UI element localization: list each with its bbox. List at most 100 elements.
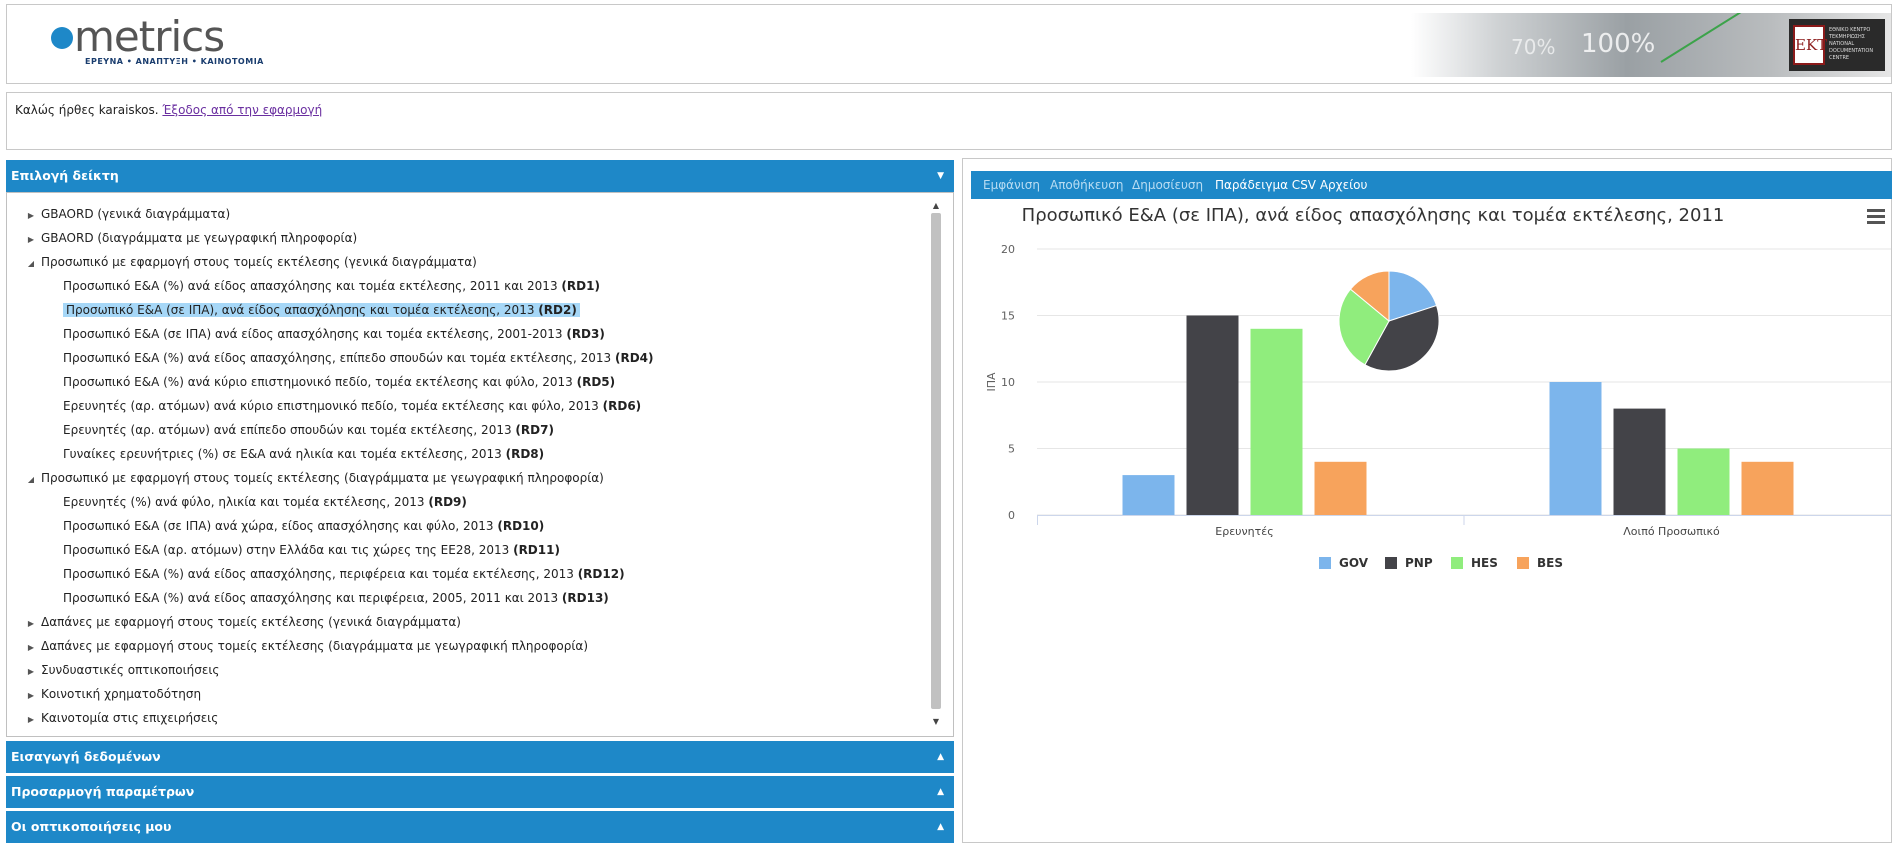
tree-leaf-code: (RD8) bbox=[505, 447, 545, 461]
y-tick-label: 5 bbox=[1008, 443, 1015, 456]
tree-leaf-code: (RD6) bbox=[602, 399, 642, 413]
tree-leaf-rd1[interactable]: Προσωπικό Ε&Α (%) ανά είδος απασχόλησης … bbox=[21, 274, 931, 298]
indicator-selection-title: Επιλογή δείκτη bbox=[11, 168, 119, 183]
tree-leaf-rd7[interactable]: Ερευνητές (αρ. ατόμων) ανά επίπεδο σπουδ… bbox=[21, 418, 931, 442]
tree-node[interactable]: ◢ Προσωπικό με εφαρμογή στους τομείς εκτέ… bbox=[21, 250, 931, 274]
tree-leaf-rd10[interactable]: Προσωπικό Ε&Α (σε ΙΠΑ) ανά χώρα, είδος α… bbox=[21, 514, 931, 538]
tree-leaf-code: (RD7) bbox=[515, 423, 554, 437]
scroll-down-icon[interactable]: ▼ bbox=[929, 715, 943, 729]
tree-leaf-rd4[interactable]: Προσωπικό Ε&Α (%) ανά είδος απασχόλησης,… bbox=[21, 346, 931, 370]
expanded-arrow-icon[interactable]: ◢ bbox=[21, 468, 41, 492]
tree-node[interactable]: ▶ Δαπάνες με εφαρμογή στους τομείς εκτέλε… bbox=[21, 610, 931, 634]
my-visualizations-header[interactable]: Οι οπτικοποιήσεις μου ▲ bbox=[6, 811, 954, 843]
expanded-arrow-icon[interactable]: ◢ bbox=[21, 252, 41, 276]
y-tick-label: 20 bbox=[1001, 243, 1015, 256]
tree-node[interactable]: ▶ Καινοτομία στις επιχειρήσεις bbox=[21, 706, 931, 730]
x-category-label: Ερευνητές bbox=[1215, 525, 1273, 538]
tree-leaf-code: (RD11) bbox=[513, 543, 560, 557]
collapsed-arrow-icon[interactable]: ▶ bbox=[21, 708, 41, 732]
save-button[interactable]: Αποθήκευση bbox=[1050, 171, 1123, 199]
show-button[interactable]: Εμφάνιση bbox=[983, 171, 1040, 199]
y-tick-label: 10 bbox=[1001, 376, 1015, 389]
bar-bes bbox=[1314, 461, 1367, 515]
tree-node-label: Προσωπικό με εφαρμογή στους τομείς εκτέλ… bbox=[41, 255, 477, 269]
legend-label: BES bbox=[1537, 556, 1563, 570]
legend-swatch-bes bbox=[1517, 557, 1529, 569]
legend-label: GOV bbox=[1339, 556, 1369, 570]
tree-leaf-rd11[interactable]: Προσωπικό Ε&Α (αρ. ατόμων) στην Ελλάδα κ… bbox=[21, 538, 931, 562]
tree-leaf-text: Προσωπικό Ε&Α (αρ. ατόμων) στην Ελλάδα κ… bbox=[63, 543, 514, 557]
scrollbar-thumb[interactable] bbox=[931, 213, 941, 709]
tree-leaf-rd5[interactable]: Προσωπικό Ε&Α (%) ανά κύριο επιστημονικό… bbox=[21, 370, 931, 394]
tree-leaf-text: Προσωπικό Ε&Α (%) ανά είδος απασχόλησης … bbox=[63, 279, 562, 293]
ekt-logo-mark: EKT bbox=[1793, 25, 1827, 65]
tree-leaf-code: (RD2) bbox=[538, 303, 577, 317]
tree-leaf-text: Προσωπικό Ε&Α (%) ανά είδος απασχόλησης,… bbox=[63, 351, 615, 365]
tree-leaf-text: Προσωπικό Ε&Α (σε ΙΠΑ) ανά χώρα, είδος α… bbox=[63, 519, 498, 533]
logo-subtitle: ΕΡΕΥΝΑ • ΑΝΑΠΤΥΞΗ • ΚΑΙΝΟΤΟΜΙΑ bbox=[85, 57, 264, 66]
collapsed-arrow-icon[interactable]: ▶ bbox=[21, 228, 41, 252]
ekt-logo[interactable]: EKT ΕΘΝΙΚΟ ΚΕΝΤΡΟ ΤΕΚΜΗΡΙΩΣΗΣ NATIONAL D… bbox=[1789, 19, 1885, 71]
tree-node-label: Καινοτομία στις επιχειρήσεις bbox=[41, 711, 219, 725]
tree-node[interactable]: ▶ Δαπάνες με εφαρμογή στους τομείς εκτέλε… bbox=[21, 634, 931, 658]
tree-leaf-text: Ερευνητές (αρ. ατόμων) ανά κύριο επιστημ… bbox=[63, 399, 603, 413]
tree-node[interactable]: ▶ Συνδυαστικές οπτικοποιήσεις bbox=[21, 658, 931, 682]
indicator-selection-header[interactable]: Επιλογή δείκτη ▼ bbox=[6, 160, 954, 192]
emetrics-logo[interactable]: metrics ΕΡΕΥΝΑ • ΑΝΑΠΤΥΞΗ • ΚΑΙΝΟΤΟΜΙΑ bbox=[51, 15, 264, 66]
tree-leaf-rd8[interactable]: Γυναίκες ερευνήτριες (%) σε Ε&Α ανά ηλικ… bbox=[21, 442, 931, 466]
tree-leaf-rd6[interactable]: Ερευνητές (αρ. ατόμων) ανά κύριο επιστημ… bbox=[21, 394, 931, 418]
scroll-up-icon[interactable]: ▲ bbox=[929, 199, 943, 213]
tree-leaf-rd12[interactable]: Προσωπικό Ε&Α (%) ανά είδος απασχόλησης,… bbox=[21, 562, 931, 586]
logout-link[interactable]: Έξοδος από την εφαρμογή bbox=[162, 103, 322, 117]
y-tick-label: 15 bbox=[1001, 310, 1015, 323]
bar-hes bbox=[1250, 328, 1303, 515]
tree-node[interactable]: ▶ Κοινοτική χρηματοδότηση bbox=[21, 682, 931, 706]
data-input-title: Εισαγωγή δεδομένων bbox=[11, 749, 161, 764]
bar-bes bbox=[1741, 461, 1794, 515]
ekt-logo-text: ΕΘΝΙΚΟ ΚΕΝΤΡΟ ΤΕΚΜΗΡΙΩΣΗΣ NATIONAL DOCUM… bbox=[1829, 27, 1874, 61]
publish-button[interactable]: Δημοσίευση bbox=[1132, 171, 1203, 199]
bar-gov bbox=[1549, 382, 1602, 515]
visualization-panel: Εμφάνιση Αποθήκευση Δημοσίευση Παράδειγμ… bbox=[962, 158, 1892, 843]
caret-up-icon: ▲ bbox=[937, 787, 944, 797]
tree-leaf-code: (RD5) bbox=[576, 375, 616, 389]
collapsed-arrow-icon[interactable]: ▶ bbox=[21, 684, 41, 708]
tree-node-label: GBAORD (γενικά διαγράμματα) bbox=[41, 207, 231, 221]
tree-leaf-text: Γυναίκες ερευνήτριες (%) σε Ε&Α ανά ηλικ… bbox=[63, 447, 506, 461]
tree-leaf-rd2[interactable]: Προσωπικό Ε&Α (σε ΙΠΑ), ανά είδος απασχό… bbox=[21, 298, 931, 322]
data-input-header[interactable]: Εισαγωγή δεδομένων ▲ bbox=[6, 741, 954, 773]
legend-swatch-gov bbox=[1319, 557, 1331, 569]
tree-leaf-rd3[interactable]: Προσωπικό Ε&Α (σε ΙΠΑ) ανά είδος απασχόλ… bbox=[21, 322, 931, 346]
tree-node-label: Προσωπικό με εφαρμογή στους τομείς εκτέλ… bbox=[41, 471, 604, 485]
banner-growth-line bbox=[1660, 13, 1755, 63]
collapsed-arrow-icon[interactable]: ▶ bbox=[21, 612, 41, 636]
legend-swatch-pnp bbox=[1385, 557, 1397, 569]
csv-example-button[interactable]: Παράδειγμα CSV Αρχείου bbox=[1215, 171, 1367, 199]
header-banner: 70% 100% EKT ΕΘΝΙΚΟ ΚΕΝΤΡΟ ΤΕΚΜΗΡΙΩΣΗΣ N… bbox=[1411, 13, 1891, 77]
welcome-bar: Καλώς ήρθες karaiskos. Έξοδος από την εφ… bbox=[6, 92, 1892, 150]
legend-label: PNP bbox=[1405, 556, 1433, 570]
bar-hes bbox=[1677, 448, 1730, 515]
collapsed-arrow-icon[interactable]: ▶ bbox=[21, 660, 41, 684]
tree-node[interactable]: ▶ GBAORD (γενικά διαγράμματα) bbox=[21, 202, 931, 226]
tree-leaf-rd9[interactable]: Ερευνητές (%) ανά φύλο, ηλικία και τομέα… bbox=[21, 490, 931, 514]
indicator-tree: ▶ GBAORD (γενικά διαγράμματα) ▶ GBAORD (δια… bbox=[21, 202, 931, 730]
chart-menu-icon[interactable] bbox=[1867, 209, 1885, 225]
tree-node[interactable]: ◢ Προσωπικό με εφαρμογή στους τομείς εκτέ… bbox=[21, 466, 931, 490]
visualization-toolbar: Εμφάνιση Αποθήκευση Δημοσίευση Παράδειγμ… bbox=[971, 171, 1892, 199]
x-category-label: Λοιπό Προσωπικό bbox=[1623, 525, 1720, 538]
tree-leaf-text: Προσωπικό Ε&Α (%) ανά είδος απασχόλησης,… bbox=[63, 567, 578, 581]
tree-node[interactable]: ▶ GBAORD (διαγράμματα με γεωγραφική πληρο… bbox=[21, 226, 931, 250]
tree-leaf-rd13[interactable]: Προσωπικό Ε&Α (%) ανά είδος απασχόλησης … bbox=[21, 586, 931, 610]
collapsed-arrow-icon[interactable]: ▶ bbox=[21, 636, 41, 660]
tree-leaf-code: (RD9) bbox=[428, 495, 467, 509]
caret-up-icon: ▲ bbox=[937, 822, 944, 832]
params-title: Προσαρμογή παραμέτρων bbox=[11, 784, 195, 799]
app-header: metrics ΕΡΕΥΝΑ • ΑΝΑΠΤΥΞΗ • ΚΑΙΝΟΤΟΜΙΑ 7… bbox=[6, 4, 1892, 84]
collapsed-arrow-icon[interactable]: ▶ bbox=[21, 204, 41, 228]
params-header[interactable]: Προσαρμογή παραμέτρων ▲ bbox=[6, 776, 954, 808]
tree-leaf-code: (RD4) bbox=[615, 351, 654, 365]
tree-leaf-code: (RD3) bbox=[566, 327, 605, 341]
tree-node-label: Συνδυαστικές οπτικοποιήσεις bbox=[41, 663, 220, 677]
tree-scrollbar[interactable]: ▲ ▼ bbox=[929, 199, 943, 729]
